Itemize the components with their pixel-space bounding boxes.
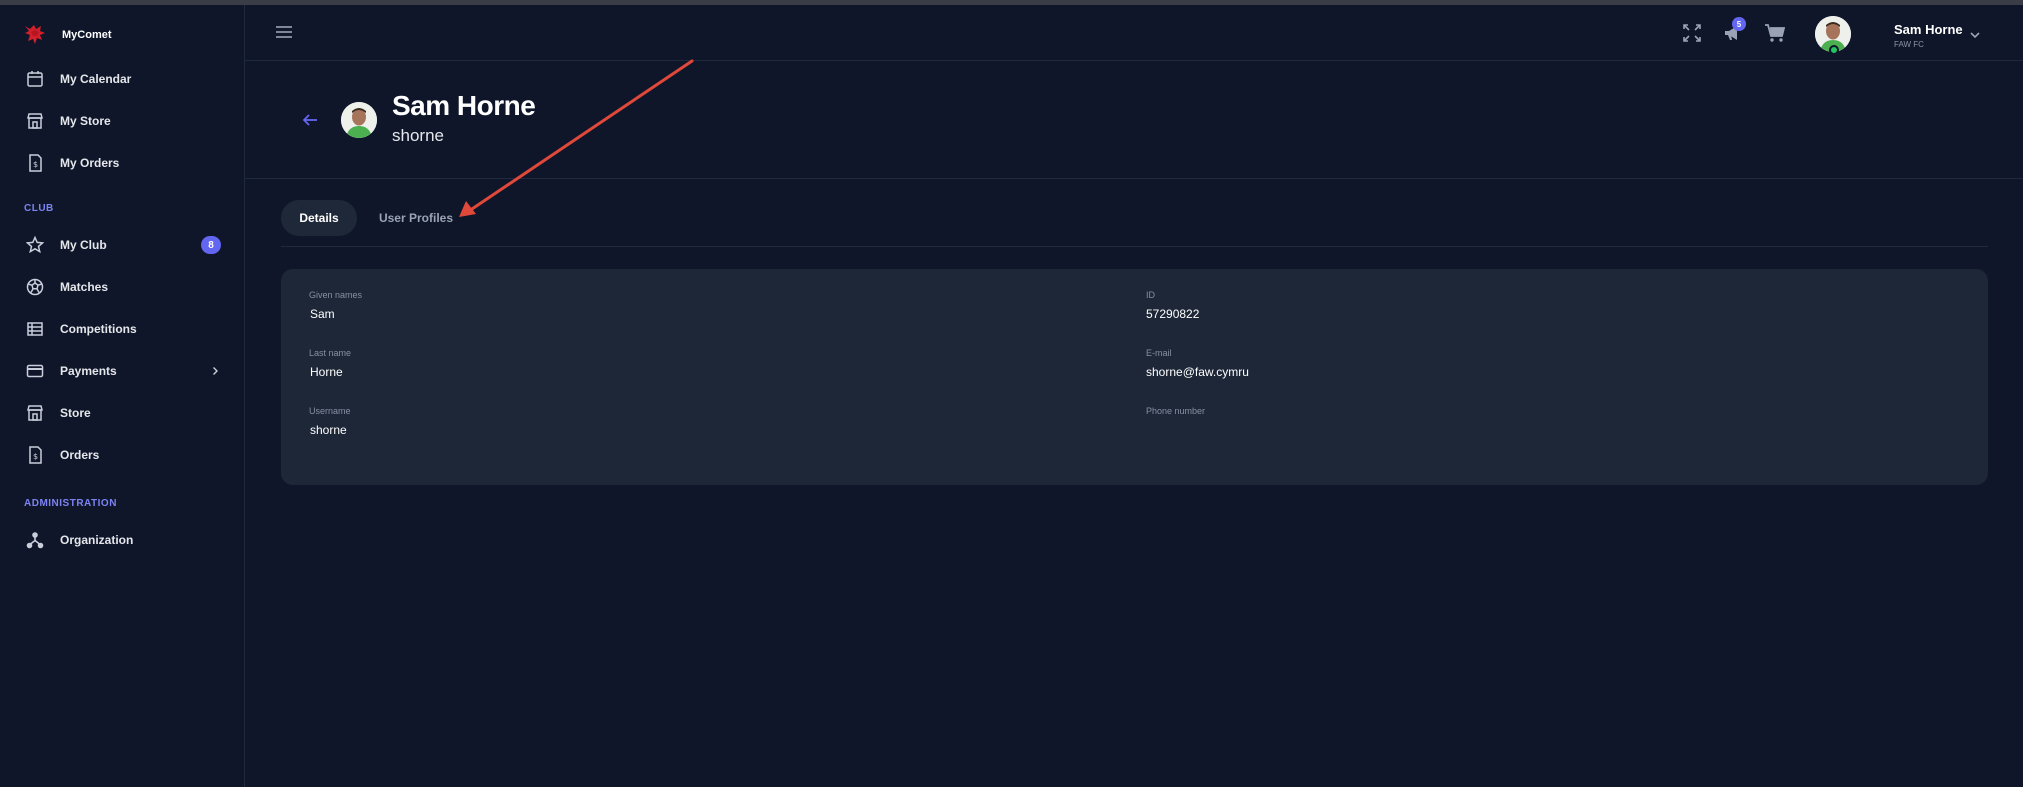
username-label: Username <box>309 406 351 416</box>
store-icon <box>27 405 43 421</box>
user-organization: FAW FC <box>1894 40 1924 49</box>
id-value: 57290822 <box>1146 307 1200 321</box>
svg-text:$: $ <box>33 452 38 461</box>
sidebar-item-label: My Store <box>60 114 111 128</box>
svg-text:$: $ <box>33 160 38 169</box>
last-name-value: Horne <box>310 365 343 379</box>
sidebar-item-label: My Orders <box>60 156 120 170</box>
sidebar-item-label: Orders <box>60 448 100 462</box>
dragon-logo-icon <box>25 25 45 44</box>
sidebar-item-label: Organization <box>60 533 134 547</box>
brand[interactable]: MyComet <box>22 21 112 49</box>
receipt-icon: $ <box>29 154 42 172</box>
sidebar-item-label: My Club <box>60 238 107 252</box>
sidebar-item-orders[interactable]: $ Orders <box>0 437 245 473</box>
fullscreen-icon[interactable] <box>1681 22 1703 44</box>
back-arrow-icon[interactable] <box>300 110 320 130</box>
app-name: MyComet <box>62 29 112 41</box>
id-label: ID <box>1146 290 1155 300</box>
store-icon <box>27 113 43 129</box>
user-name: Sam Horne <box>1894 22 1963 37</box>
username-value: shorne <box>310 423 347 437</box>
sidebar-item-organization[interactable]: Organization <box>0 522 245 558</box>
chevron-right-icon <box>213 367 218 375</box>
tab-details[interactable]: Details <box>281 200 357 236</box>
shopping-cart-icon[interactable] <box>1764 22 1786 44</box>
tabs-divider <box>281 246 1988 247</box>
top-bar: 5 Sam Horne FAW FC <box>245 5 2023 61</box>
notification-count-badge: 5 <box>1732 17 1746 31</box>
phone-number-label: Phone number <box>1146 406 1206 416</box>
sidebar-item-matches[interactable]: Matches <box>0 269 245 305</box>
sidebar-item-payments[interactable]: Payments <box>0 353 245 389</box>
last-name-label: Last name <box>309 348 352 358</box>
hierarchy-icon <box>26 532 44 549</box>
sidebar-item-label: Store <box>60 406 91 420</box>
receipt-icon: $ <box>29 446 42 464</box>
sidebar-item-label: Payments <box>60 364 117 378</box>
email-value: shorne@faw.cymru <box>1146 365 1249 379</box>
sidebar: MyComet My Calendar My Store $ My Orders… <box>0 5 245 787</box>
section-title-administration: ADMINISTRATION <box>24 498 117 509</box>
user-menu[interactable]: Sam Horne FAW FC <box>1815 15 2005 55</box>
credit-card-icon <box>26 364 44 378</box>
page-subtitle-username: shorne <box>392 126 444 145</box>
sidebar-item-label: My Calendar <box>60 72 132 86</box>
sidebar-item-label: Matches <box>60 280 109 294</box>
hamburger-menu-icon[interactable] <box>275 23 293 41</box>
divider <box>245 178 2023 179</box>
calendar-icon <box>27 71 43 87</box>
star-icon <box>26 236 44 254</box>
sidebar-item-my-orders[interactable]: $ My Orders <box>0 145 245 181</box>
sidebar-item-label: Competitions <box>60 322 137 336</box>
tab-user-profiles[interactable]: User Profiles <box>374 200 458 236</box>
sidebar-item-competitions[interactable]: Competitions <box>0 311 245 347</box>
sidebar-item-my-calendar[interactable]: My Calendar <box>0 61 245 97</box>
profile-photo-icon <box>341 102 377 138</box>
table-icon <box>27 322 43 336</box>
sidebar-item-my-store[interactable]: My Store <box>0 103 245 139</box>
email-label: E-mail <box>1146 348 1172 358</box>
my-club-count-badge: 8 <box>201 236 221 254</box>
details-card: Given names Sam Last name Horne Username… <box>281 269 1988 485</box>
sidebar-item-my-club[interactable]: My Club 8 <box>0 227 245 263</box>
section-title-club: CLUB <box>24 203 54 214</box>
sidebar-item-store[interactable]: Store <box>0 395 245 431</box>
given-names-label: Given names <box>309 290 363 300</box>
online-status-dot <box>1829 45 1839 55</box>
profile-avatar <box>341 102 377 138</box>
chevron-down-icon <box>1970 32 1980 39</box>
page-title: Sam Horne <box>392 90 536 121</box>
given-names-value: Sam <box>310 307 335 321</box>
soccer-ball-icon <box>26 278 44 296</box>
